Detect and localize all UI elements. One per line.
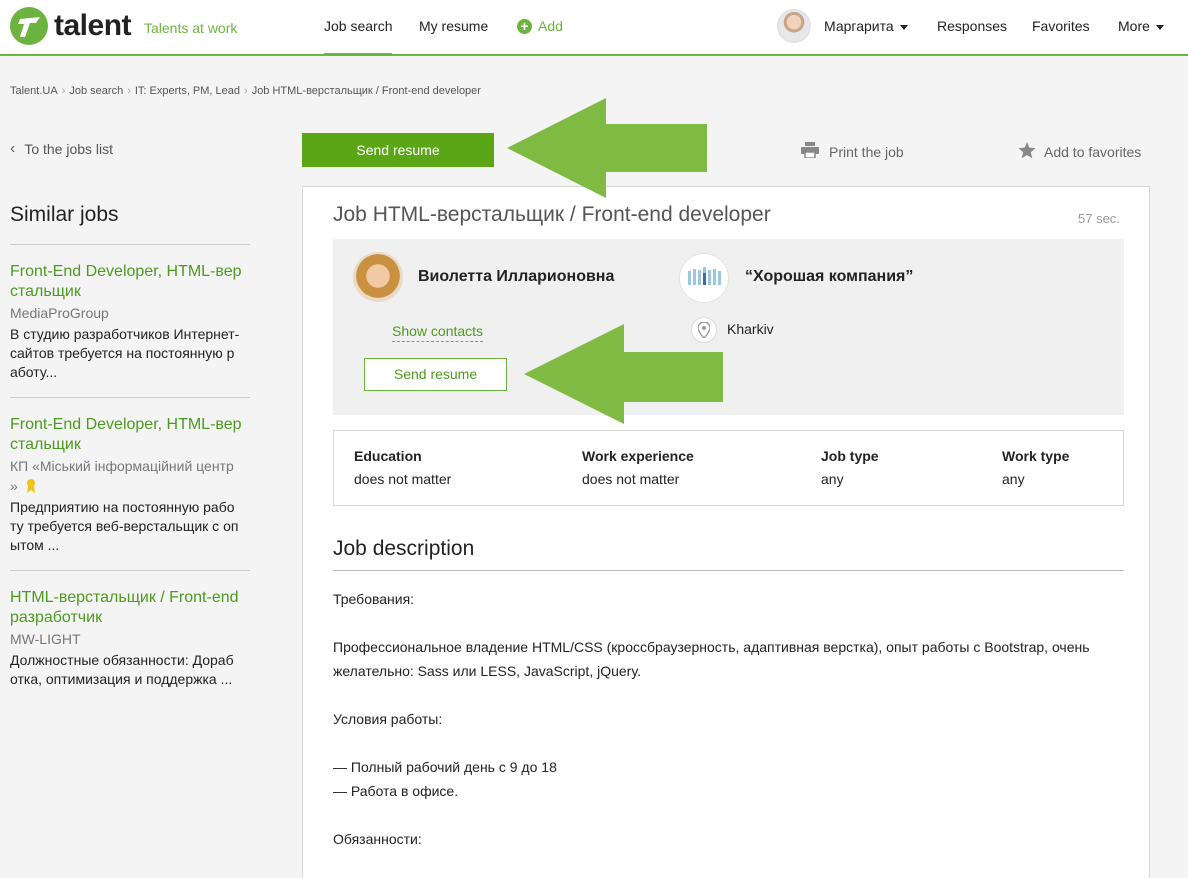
info-label: Work experience [582, 448, 694, 464]
add-to-favorites-link[interactable]: Add to favorites [1018, 142, 1141, 162]
chevron-down-icon [899, 24, 908, 30]
nav-more[interactable]: More [1118, 18, 1164, 34]
similar-job-company: MediaProGroup [10, 305, 109, 321]
info-label: Job type [821, 448, 879, 464]
nav-add-label: Add [538, 18, 563, 34]
nav-add[interactable]: + Add [517, 18, 563, 34]
divider [333, 570, 1124, 571]
similar-job-description: Должностные обязанности: Дораб отка, опт… [10, 652, 234, 687]
tagline: Talents at work [144, 20, 238, 36]
breadcrumb-separator-icon: › [61, 85, 66, 97]
info-value: any [1002, 471, 1025, 487]
company-name[interactable]: “Хорошая компания” [745, 268, 913, 286]
nav-my-resume-label: My resume [419, 18, 489, 34]
job-info-table: Education does not matter Work experienc… [333, 430, 1124, 506]
company-people-icon [688, 267, 721, 285]
breadcrumb: Talent.UA › Job search › IT: Experts, PM, Le… [10, 85, 481, 97]
breadcrumb-separator-icon: › [244, 85, 248, 97]
site-logo[interactable]: talent [10, 7, 132, 45]
similar-job-card[interactable]: Front-End Developer, HTML-вер стальщик К… [10, 415, 250, 555]
divider [10, 570, 250, 571]
info-job-type: Job type any [821, 448, 879, 487]
chevron-down-icon [1155, 24, 1164, 30]
similar-job-company-name: КП «Міський інформаційний центр » [10, 458, 234, 494]
info-value: any [821, 471, 844, 487]
breadcrumb-item[interactable]: Talent.UA [10, 85, 58, 97]
divider [10, 244, 250, 245]
description-line: Требования: [333, 591, 415, 607]
description-line: Условия работы: [333, 711, 443, 727]
similar-job-description: Предприятию на постоянную рабо ту требуе… [10, 499, 239, 553]
similar-job-company: MW-LIGHT [10, 631, 81, 647]
similar-job-card[interactable]: HTML-верстальщик / Front-end разработчик… [10, 588, 250, 689]
print-job-label: Print the job [829, 143, 904, 160]
job-city: Kharkiv [727, 321, 774, 337]
info-education: Education does not matter [354, 448, 451, 487]
description-line: Профессиональное владение HTML/CSS (крос… [333, 639, 1090, 655]
top-header: talent Talents at work Job search My res… [0, 0, 1188, 56]
logo-text: talent [54, 9, 132, 42]
send-resume-secondary-button[interactable]: Send resume [364, 358, 507, 391]
nav-more-label: More [1118, 18, 1150, 34]
annotation-arrow-icon [507, 98, 707, 198]
similar-job-title[interactable]: Front-End Developer, HTML-вер стальщик [10, 415, 250, 455]
nav-my-resume[interactable]: My resume [419, 18, 488, 34]
info-value: does not matter [582, 471, 680, 487]
star-icon [1018, 142, 1036, 162]
show-contacts-link[interactable]: Show contacts [392, 323, 484, 342]
add-to-favorites-label: Add to favorites [1044, 144, 1142, 160]
contact-avatar [353, 252, 403, 302]
breadcrumb-item[interactable]: IT: Experts, PM, Lead [135, 85, 240, 97]
divider [10, 397, 250, 398]
description-line: Обязанности: [333, 831, 422, 847]
talent-logo-icon [10, 7, 48, 45]
nav-responses-label: Responses [937, 18, 1008, 34]
info-work-experience: Work experience does not matter [582, 448, 694, 487]
send-resume-button[interactable]: Send resume [302, 133, 494, 167]
contact-name: Виолетта Илларионовна [418, 268, 615, 285]
user-name: Маргарита [824, 18, 894, 34]
user-menu[interactable]: Маргарита [824, 18, 908, 34]
similar-job-company: КП «Міський інформаційний центр » [10, 456, 250, 496]
nav-responses[interactable]: Responses [937, 18, 1007, 34]
breadcrumb-current: Job HTML-верстальщик / Front-end develop… [251, 85, 481, 97]
nav-job-search[interactable]: Job search [324, 18, 393, 56]
description-line: желательно: Sass или LESS, JavaScript, j… [333, 663, 642, 679]
back-to-jobs-link[interactable]: ‹ To the jobs list [10, 140, 113, 158]
similar-jobs-heading: Similar jobs [10, 203, 119, 226]
user-avatar[interactable] [777, 9, 811, 43]
breadcrumb-separator-icon: › [127, 85, 131, 97]
award-badge-icon [26, 478, 36, 499]
plus-icon: + [517, 18, 532, 34]
info-work-type: Work type any [1002, 448, 1069, 487]
printer-icon [801, 142, 819, 161]
info-value: does not matter [354, 471, 452, 487]
print-job-link[interactable]: Print the job [801, 142, 904, 161]
chevron-left-icon: ‹ [10, 140, 16, 157]
job-description-heading: Job description [333, 537, 475, 560]
similar-job-title[interactable]: Front-End Developer, HTML-вер стальщик [10, 262, 250, 302]
similar-job-card[interactable]: Front-End Developer, HTML-вер стальщик M… [10, 262, 250, 382]
back-to-jobs-label: To the jobs list [24, 141, 114, 157]
info-label: Education [354, 448, 422, 464]
nav-job-search-label: Job search [324, 18, 393, 34]
description-line: — Работа в офисе. [333, 783, 459, 799]
info-label: Work type [1002, 448, 1070, 464]
annotation-arrow-icon [524, 324, 723, 424]
company-logo[interactable] [679, 253, 729, 303]
job-title: Job HTML-верстальщик / Front-end develop… [333, 203, 771, 226]
nav-favorites[interactable]: Favorites [1032, 18, 1090, 34]
nav-favorites-label: Favorites [1032, 18, 1090, 34]
description-line: — Полный рабочий день с 9 до 18 [333, 759, 557, 775]
posted-time: 57 sec. [1078, 211, 1120, 226]
breadcrumb-item[interactable]: Job search [69, 85, 123, 97]
similar-job-title[interactable]: HTML-верстальщик / Front-end разработчик [10, 588, 250, 628]
similar-job-description: В студию разработчиков Интернет- сайтов … [10, 326, 240, 380]
